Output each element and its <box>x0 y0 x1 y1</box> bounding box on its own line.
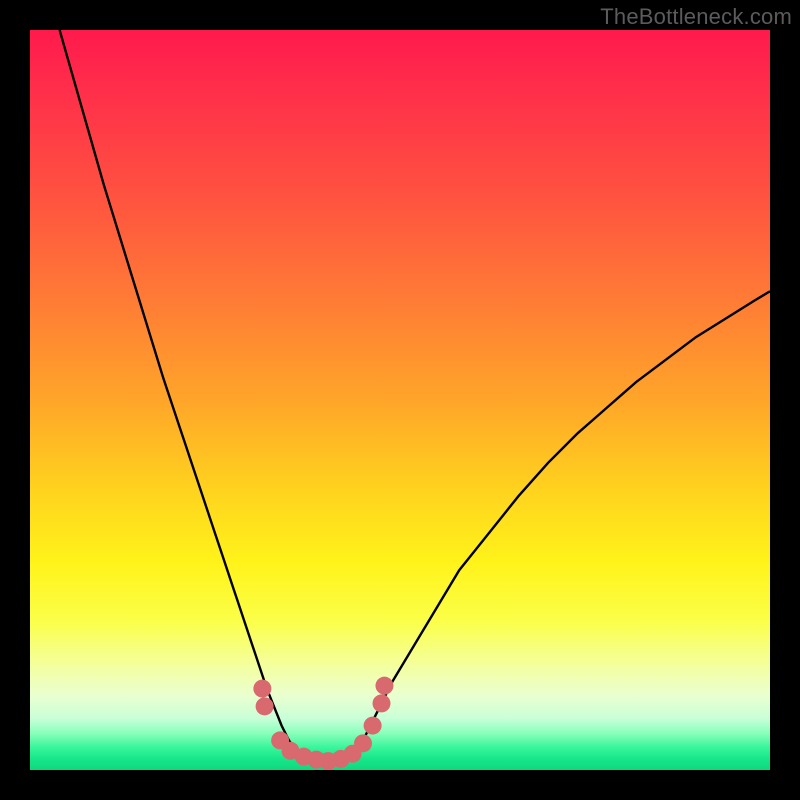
curve-markers <box>253 677 393 770</box>
curve-marker <box>373 694 391 712</box>
curve-marker <box>375 677 393 695</box>
curve-path <box>60 30 770 762</box>
curve-marker <box>364 717 382 735</box>
curve-marker <box>354 734 372 752</box>
plot-area <box>30 30 770 770</box>
outer-frame: TheBottleneck.com <box>0 0 800 800</box>
watermark-text: TheBottleneck.com <box>600 4 792 30</box>
curve-marker <box>256 697 274 715</box>
curve-marker <box>253 680 271 698</box>
bottleneck-curve <box>30 30 770 770</box>
